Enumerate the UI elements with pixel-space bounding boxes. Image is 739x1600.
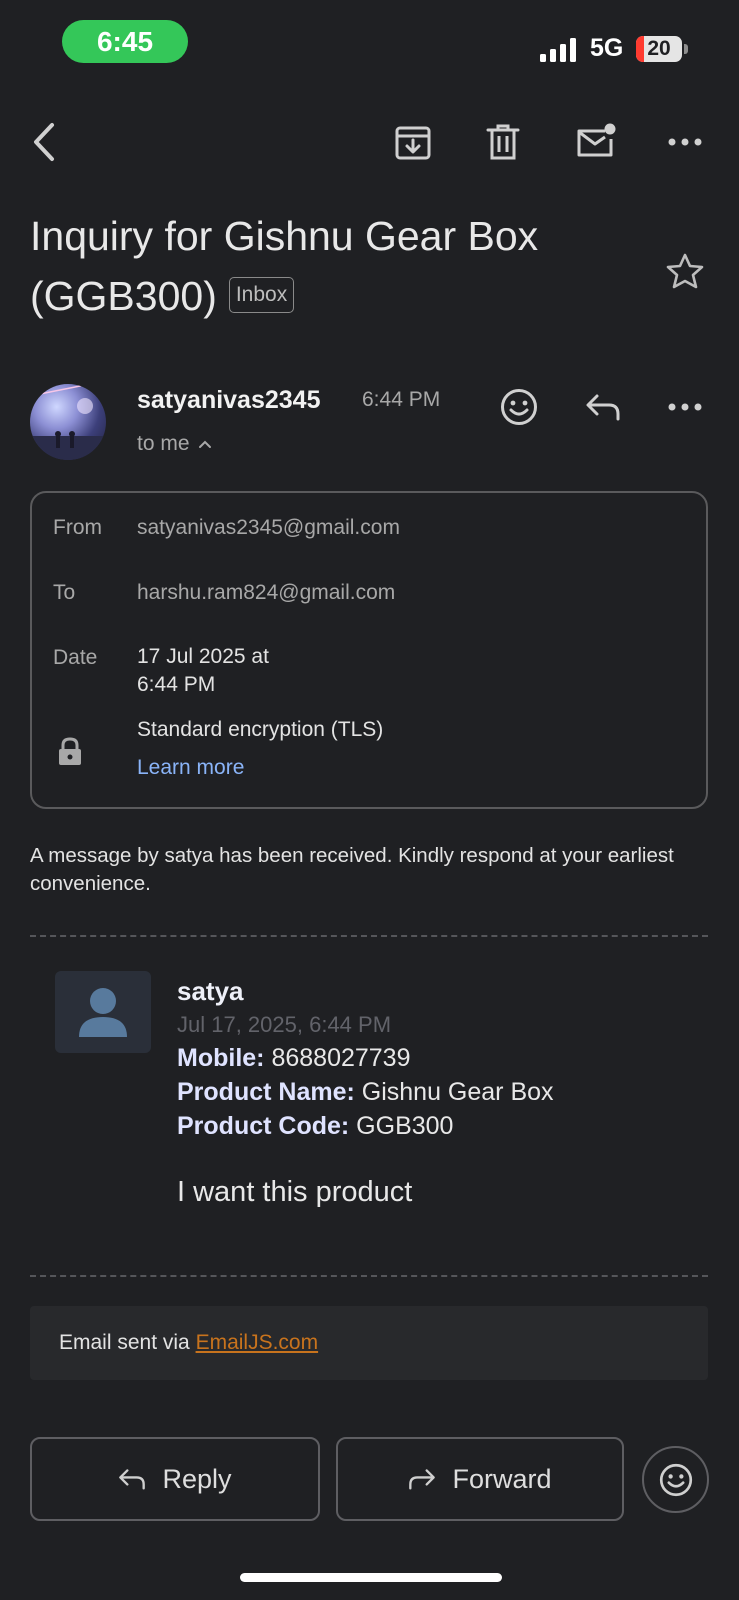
product-code-value: GGB300 (356, 1112, 454, 1140)
inbox-label-chip[interactable]: Inbox (228, 277, 295, 314)
sent-time: 6:44 PM (362, 388, 441, 411)
date-line-1: 17 Jul 2025 at (137, 645, 269, 668)
person-icon (79, 988, 127, 1037)
mobile-row: Mobile: 8688027739 (177, 1044, 411, 1073)
product-code-label: Product Code: (177, 1112, 350, 1140)
battery-level: 20 (647, 37, 671, 60)
message-more-button[interactable] (660, 382, 710, 432)
battery-indicator: 20 (636, 36, 682, 62)
from-label: From (53, 516, 102, 539)
chevron-up-icon (198, 440, 211, 448)
footer-prefix: Email sent via (59, 1331, 190, 1354)
forward-label: Forward (452, 1463, 552, 1494)
contact-date: Jul 17, 2025, 6:44 PM (177, 1012, 392, 1037)
forward-icon (409, 1469, 436, 1490)
battery-nub (684, 44, 688, 54)
sender-name: satyanivas2345 (137, 386, 321, 414)
learn-more-link[interactable]: Learn more (137, 756, 244, 780)
message-body-intro: A message by satya has been received. Ki… (30, 844, 674, 895)
reply-button[interactable]: Reply (30, 1437, 320, 1521)
star-icon (666, 253, 704, 289)
to-address[interactable]: harshu.ram824@gmail.com (137, 581, 395, 605)
archive-button[interactable] (388, 117, 438, 167)
archive-icon (395, 126, 431, 160)
to-label: To (53, 581, 76, 604)
sender-avatar[interactable] (30, 384, 106, 460)
email-subject: Inquiry for Gishnu Gear Box (GGB300) Inbo… (30, 206, 630, 326)
lock-icon (59, 737, 81, 765)
status-time: 6:45 (62, 20, 188, 63)
date-line-2: 6:44 PM (137, 673, 216, 696)
mark-unread-button[interactable] (570, 117, 622, 167)
footer-text: Email sent via EmailJS.com (59, 1331, 318, 1355)
forward-button[interactable]: Forward (336, 1437, 624, 1521)
trash-icon (486, 124, 520, 160)
recipient-summary: to me (137, 432, 190, 455)
product-name-value: Gishnu Gear Box (361, 1078, 554, 1106)
encryption-text: Standard encryption (TLS) (137, 718, 384, 741)
more-icon (668, 138, 702, 146)
reply-icon (586, 394, 620, 421)
product-name-row: Product Name: Gishnu Gear Box (177, 1078, 554, 1107)
more-options-button[interactable] (660, 117, 710, 167)
from-address[interactable]: satyanivas2345@gmail.com (137, 516, 400, 540)
divider (30, 935, 708, 937)
contact-name: satya (177, 976, 244, 1006)
mark-unread-icon (577, 123, 616, 157)
emailjs-link[interactable]: EmailJS.com (196, 1331, 319, 1354)
avatar-image (30, 384, 106, 460)
star-button[interactable] (662, 248, 708, 294)
more-icon (668, 403, 702, 411)
reply-label: Reply (162, 1463, 232, 1494)
product-code-row: Product Code: GGB300 (177, 1112, 453, 1141)
add-reaction-button[interactable] (494, 382, 544, 432)
customer-message: I want this product (177, 1176, 413, 1208)
date-label: Date (53, 646, 98, 669)
emoji-icon (659, 1463, 692, 1496)
cellular-signal-icon (540, 38, 576, 62)
contact-avatar (55, 971, 151, 1053)
mobile-label: Mobile: (177, 1044, 265, 1072)
emoji-icon (501, 389, 537, 425)
back-arrow-icon (34, 123, 54, 161)
reply-icon (119, 1469, 146, 1490)
home-indicator[interactable] (240, 1573, 502, 1582)
back-button[interactable] (20, 117, 70, 167)
mobile-number[interactable]: 8688027739 (271, 1044, 410, 1072)
delete-button[interactable] (478, 117, 528, 167)
divider (30, 1275, 708, 1277)
network-type: 5G (590, 34, 624, 62)
reply-button-small[interactable] (578, 382, 628, 432)
recipient-toggle[interactable]: to me (137, 432, 212, 456)
product-name-label: Product Name: (177, 1078, 355, 1106)
emoji-reaction-button[interactable] (642, 1446, 709, 1513)
